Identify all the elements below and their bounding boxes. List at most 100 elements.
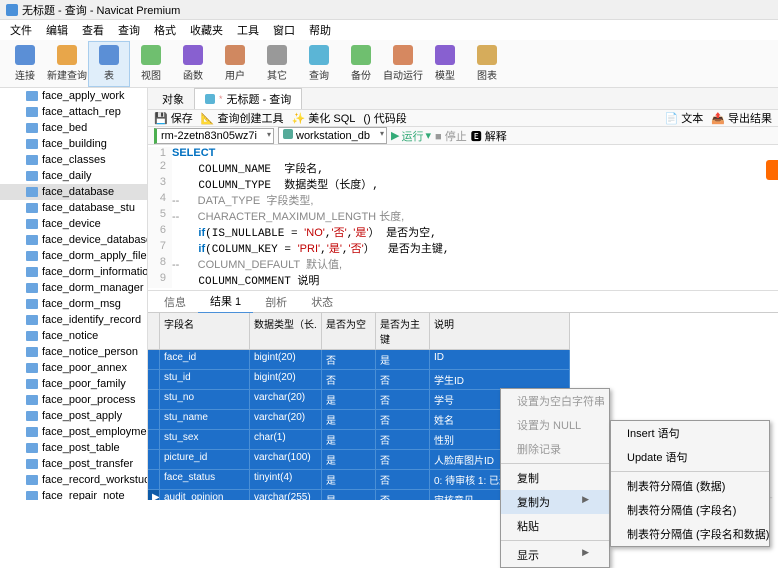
tab-status[interactable]: 状态 <box>299 291 345 313</box>
run-button[interactable]: ▶ 运行 ▾ <box>391 128 431 144</box>
tab-query[interactable]: * 无标题 - 查询 <box>194 88 302 109</box>
sidebar-item[interactable]: face_classes <box>0 152 147 168</box>
table-icon <box>26 459 38 469</box>
snippet-button[interactable]: () 代码段 <box>363 110 406 126</box>
sidebar-item[interactable]: face_attach_rep <box>0 104 147 120</box>
sidebar-item[interactable]: face_notice_person <box>0 344 147 360</box>
context-item[interactable]: Insert 语句 <box>611 421 769 445</box>
sidebar-item[interactable]: face_post_apply <box>0 408 147 424</box>
sidebar-item[interactable]: face_poor_process <box>0 392 147 408</box>
sidebar-item[interactable]: face_daily <box>0 168 147 184</box>
table-icon <box>26 299 38 309</box>
side-badge[interactable] <box>766 160 778 180</box>
menu-item[interactable]: 格式 <box>148 20 182 40</box>
server-combo[interactable]: rm-2zetn83n05wz7i <box>154 128 274 144</box>
tab-result[interactable]: 结果 1 <box>198 290 253 314</box>
menu-item[interactable]: 查看 <box>76 20 110 40</box>
tool-新建查询[interactable]: 新建查询 <box>46 41 88 87</box>
menu-item[interactable]: 编辑 <box>40 20 74 40</box>
sidebar-item[interactable]: face_post_table <box>0 440 147 456</box>
tool-自动运行[interactable]: 自动运行 <box>382 41 424 87</box>
query-icon <box>205 94 215 104</box>
table-row[interactable]: face_idbigint(20)否是ID <box>148 350 778 370</box>
context-menu[interactable]: 设置为空白字符串设置为 NULL删除记录复制复制为▶粘贴显示▶ <box>500 388 610 568</box>
context-item[interactable]: 复制为▶ <box>501 490 609 514</box>
explain-button[interactable]: 🅴 解释 <box>471 128 507 144</box>
tool-其它[interactable]: 其它 <box>256 41 298 87</box>
table-icon <box>26 475 38 485</box>
sidebar-item[interactable]: face_apply_work <box>0 88 147 104</box>
column-header[interactable]: 是否为主键 <box>376 313 430 350</box>
sidebar-item[interactable]: face_dorm_msg <box>0 296 147 312</box>
table-icon <box>26 251 38 261</box>
sidebar-item[interactable]: face_dorm_apply_file <box>0 248 147 264</box>
tool-连接[interactable]: 连接 <box>4 41 46 87</box>
tab-objects[interactable]: 对象 <box>152 89 194 109</box>
sidebar-item[interactable]: face_dorm_information <box>0 264 147 280</box>
table-row[interactable]: stu_novarchar(20)是否学号 <box>148 390 778 410</box>
menu-item[interactable]: 帮助 <box>303 20 337 40</box>
stop-button: ■ 停止 <box>435 128 467 144</box>
context-item: 删除记录 <box>501 437 609 461</box>
tab-info[interactable]: 信息 <box>152 291 198 313</box>
beautify-button[interactable]: ✨ 美化 SQL <box>292 110 356 126</box>
column-header[interactable]: 数据类型（长. <box>250 313 322 350</box>
sidebar-item[interactable]: face_database <box>0 184 147 200</box>
column-header[interactable]: 说明 <box>430 313 570 350</box>
context-item[interactable]: 粘贴 <box>501 514 609 538</box>
sidebar-item[interactable]: face_device <box>0 216 147 232</box>
column-header[interactable]: 字段名 <box>160 313 250 350</box>
table-row[interactable]: stu_idbigint(20)否否学生ID <box>148 370 778 390</box>
tool-查询[interactable]: 查询 <box>298 41 340 87</box>
database-icon <box>283 129 293 139</box>
tool-表[interactable]: 表 <box>88 41 130 87</box>
sidebar-item[interactable]: face_bed <box>0 120 147 136</box>
sidebar-item[interactable]: face_identify_record <box>0 312 147 328</box>
save-button[interactable]: 💾 保存 <box>154 110 193 126</box>
context-item[interactable]: 制表符分隔值 (字段名) <box>611 498 769 522</box>
sidebar-item[interactable]: face_building <box>0 136 147 152</box>
tool-函数[interactable]: 函数 <box>172 41 214 87</box>
database-combo[interactable]: workstation_db <box>278 127 387 144</box>
connection-bar: rm-2zetn83n05wz7i workstation_db ▶ 运行 ▾ … <box>148 127 778 145</box>
tab-profile[interactable]: 剖析 <box>253 291 299 313</box>
sidebar-item[interactable]: face_repair_note <box>0 488 147 500</box>
menu-item[interactable]: 文件 <box>4 20 38 40</box>
sidebar-item[interactable]: face_record_workstudy <box>0 472 147 488</box>
context-item[interactable]: 制表符分隔值 (数据) <box>611 474 769 498</box>
sidebar-item[interactable]: face_post_employment <box>0 424 147 440</box>
sql-editor[interactable]: 1SELECT2 COLUMN_NAME 字段名,3 COLUMN_TYPE 数… <box>148 145 778 291</box>
menu-item[interactable]: 工具 <box>231 20 265 40</box>
context-item[interactable]: 复制 <box>501 466 609 490</box>
sidebar-item[interactable]: face_database_stu <box>0 200 147 216</box>
tool-icon <box>225 45 245 65</box>
tool-图表[interactable]: 图表 <box>466 41 508 87</box>
context-item[interactable]: 显示▶ <box>501 543 609 567</box>
context-item: 设置为空白字符串 <box>501 389 609 413</box>
tool-icon <box>267 45 287 65</box>
sidebar-item[interactable]: face_poor_family <box>0 376 147 392</box>
sidebar-item[interactable]: face_dorm_manager <box>0 280 147 296</box>
export-button[interactable]: 📤 导出结果 <box>711 110 772 126</box>
context-submenu[interactable]: Insert 语句Update 语句制表符分隔值 (数据)制表符分隔值 (字段名… <box>610 420 770 547</box>
menu-item[interactable]: 窗口 <box>267 20 301 40</box>
tool-用户[interactable]: 用户 <box>214 41 256 87</box>
context-item[interactable]: Update 语句 <box>611 445 769 469</box>
tool-备份[interactable]: 备份 <box>340 41 382 87</box>
query-builder-button[interactable]: 📐 查询创建工具 <box>201 110 284 126</box>
tool-icon <box>57 45 77 65</box>
menu-item[interactable]: 收藏夹 <box>184 20 229 40</box>
sidebar-item[interactable]: face_poor_annex <box>0 360 147 376</box>
sidebar-item[interactable]: face_device_database <box>0 232 147 248</box>
column-header[interactable]: 是否为空 <box>322 313 376 350</box>
table-icon <box>26 155 38 165</box>
table-icon <box>26 379 38 389</box>
menu-item[interactable]: 查询 <box>112 20 146 40</box>
tool-模型[interactable]: 模型 <box>424 41 466 87</box>
context-item[interactable]: 制表符分隔值 (字段名和数据) <box>611 522 769 546</box>
sidebar[interactable]: face_apply_workface_attach_repface_bedfa… <box>0 88 148 500</box>
text-button[interactable]: 📄 文本 <box>664 110 703 126</box>
sidebar-item[interactable]: face_post_transfer <box>0 456 147 472</box>
sidebar-item[interactable]: face_notice <box>0 328 147 344</box>
tool-视图[interactable]: 视图 <box>130 41 172 87</box>
